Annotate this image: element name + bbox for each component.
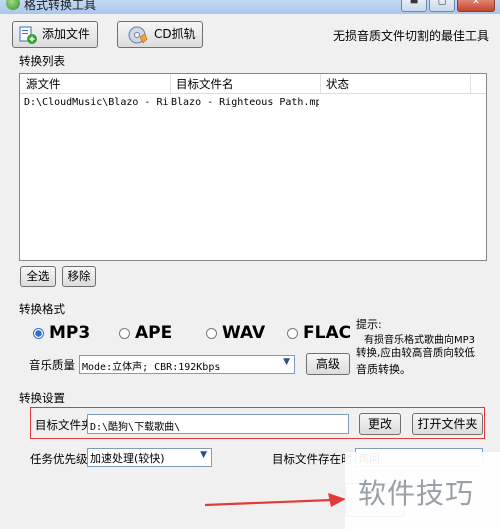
title-bar: 格式转换工具 ▬ ▢ ✕ [0,0,500,14]
remove-button[interactable]: 移除 [62,266,96,287]
open-folder-button[interactable]: 打开文件夹 [412,413,483,435]
window-title: 格式转换工具 [24,0,97,12]
file-exists-label: 目标文件存在时 [272,452,353,466]
column-divider [320,74,321,93]
radio-flac-label[interactable]: FLAC [303,323,351,343]
close-icon: ✕ [472,0,480,7]
add-file-icon [19,26,37,44]
target-folder-input[interactable]: D:\酷狗\下载歌曲\ [87,414,349,434]
cd-rip-button[interactable]: CD抓轨 [117,21,203,48]
radio-ape-label[interactable]: APE [135,323,172,343]
watermark-text: 软件技巧 [358,477,475,510]
target-folder-label: 目标文件夹 [35,418,93,432]
column-source[interactable]: 源文件 [26,76,61,92]
add-file-label: 添加文件 [42,27,91,41]
quality-label: 音乐质量 [29,358,75,372]
column-divider [170,74,171,93]
target-folder-value: D:\酷狗\下载歌曲\ [90,422,181,433]
row-source: D:\CloudMusic\Blazo - Ri.. [24,97,168,108]
radio-mp3-label[interactable]: MP3 [49,323,90,343]
close-button[interactable]: ✕ [457,0,495,12]
format-section-title: 转换格式 [19,302,65,316]
priority-label: 任务优先级 [30,452,88,466]
minimize-button[interactable]: ▬ [401,0,427,12]
tip-line: 音质转换。 [356,363,411,376]
arrow-annotation [204,493,346,507]
radio-ape[interactable] [119,328,130,339]
settings-section-title: 转换设置 [19,391,65,405]
maximize-icon: ▢ [437,0,447,7]
select-all-button[interactable]: 全选 [20,266,56,287]
maximize-button[interactable]: ▢ [429,0,455,12]
radio-mp3[interactable] [33,328,44,339]
radio-flac[interactable] [287,328,298,339]
column-divider [470,74,471,93]
chevron-down-icon: ▼ [200,450,207,460]
minimize-icon: ▬ [409,0,419,7]
tip-title: 提示: [356,318,382,331]
advanced-button[interactable]: 高级 [306,353,350,375]
list-section-title: 转换列表 [19,54,65,68]
row-target: Blazo - Righteous Path.mp3 [171,97,319,108]
column-status[interactable]: 状态 [326,76,349,92]
cd-icon [128,26,148,44]
radio-wav-label[interactable]: WAV [222,323,265,343]
priority-select[interactable]: 加速处理(较快) ▼ [87,448,212,467]
slogan: 无损音质文件切割的最佳工具 [333,29,490,43]
list-header: 源文件 目标文件名 状态 [20,74,486,94]
column-target[interactable]: 目标文件名 [176,76,234,92]
conversion-list[interactable]: 源文件 目标文件名 状态 D:\CloudMusic\Blazo - Ri.. … [19,73,487,261]
quality-value: Mode:立体声; CBR:192Kbps [82,362,221,373]
chevron-down-icon: ▼ [283,357,290,367]
app-icon [6,0,20,10]
quality-select[interactable]: Mode:立体声; CBR:192Kbps ▼ [79,355,295,374]
priority-value: 加速处理(较快) [90,452,165,465]
change-button[interactable]: 更改 [359,413,401,435]
add-file-button[interactable]: 添加文件 [12,21,98,48]
tip-line: 转换,应由较高音质向较低 [356,347,475,359]
radio-wav[interactable] [206,328,217,339]
tip-line: 有损音乐格式歌曲向MP3 [364,335,476,346]
cd-rip-label: CD抓轨 [154,27,196,41]
